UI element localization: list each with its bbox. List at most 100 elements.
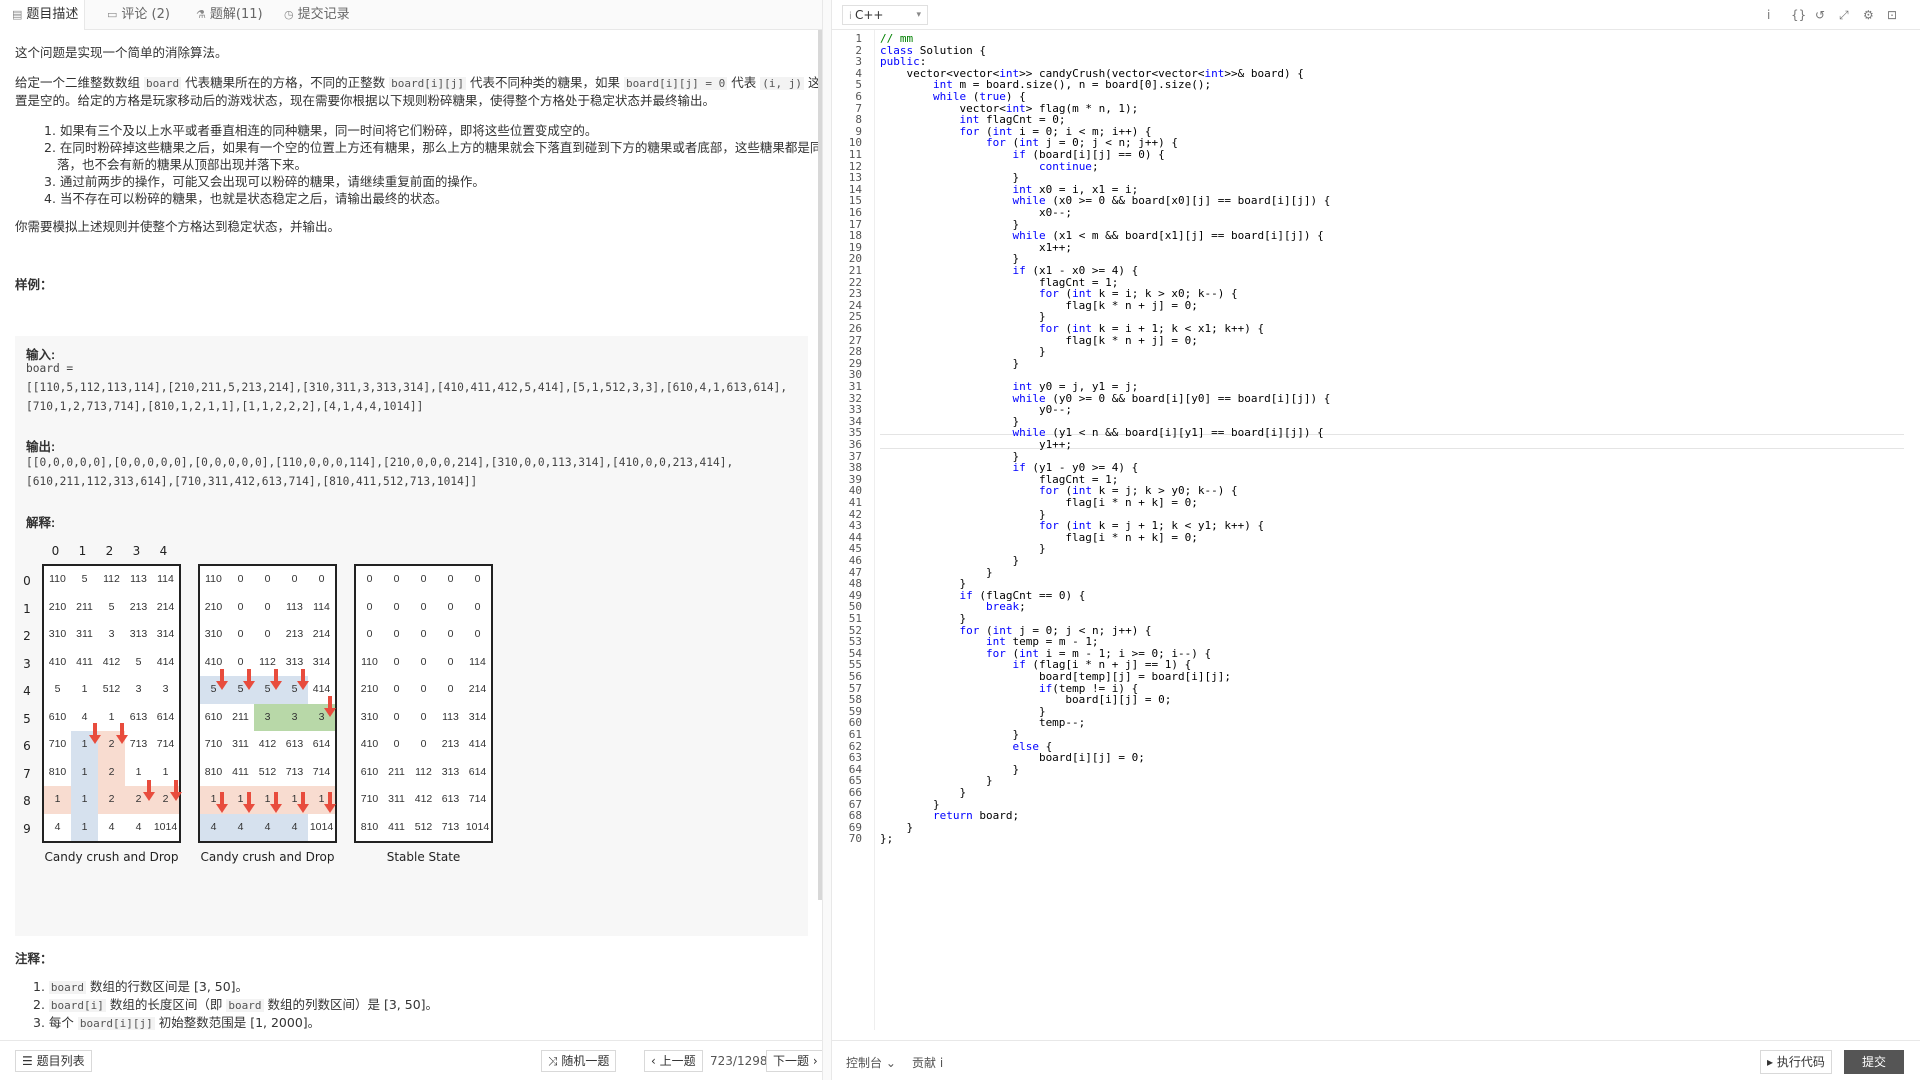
- grid-cell: 412: [258, 738, 277, 750]
- grid-cell: 210: [204, 600, 223, 613]
- grid-cell: 0: [420, 683, 427, 695]
- grid-cell: 0: [237, 628, 244, 640]
- grid-cell: 5: [108, 600, 115, 613]
- console-toggle[interactable]: 控制台 ⌄: [846, 1054, 896, 1071]
- language-select[interactable]: i C++ ▾: [842, 5, 928, 25]
- grid-cell: 710: [204, 738, 223, 750]
- explain-label: 解释:: [26, 516, 56, 530]
- column-header: 1: [78, 544, 87, 558]
- grid-cell: 0: [237, 573, 244, 585]
- grid-cell: 0: [447, 683, 454, 695]
- history-icon: ◷: [284, 8, 294, 21]
- code-line[interactable]: };: [880, 832, 893, 845]
- grid-cell: 0: [447, 600, 454, 613]
- output-label: 输出:: [26, 440, 56, 454]
- grid-cell: 412: [102, 655, 121, 668]
- grid-cell: 310: [360, 710, 379, 723]
- grid-cell: 110: [49, 573, 66, 585]
- prev-problem-button[interactable]: ‹ 上一题: [644, 1050, 703, 1072]
- grid-cell: 714: [156, 738, 175, 750]
- problem-desc-line2: 置是空的。给定的方格是玩家移动后的游戏状态，现在需要你根据以下规则粉碎糖果，使得…: [15, 93, 716, 108]
- grid-cell: 713: [129, 738, 148, 750]
- input-label: 输入:: [26, 348, 56, 362]
- editor-gutter-line: [874, 30, 875, 1030]
- example-title: 样例：: [15, 277, 53, 292]
- info-icon[interactable]: i: [1767, 8, 1770, 22]
- next-problem-button[interactable]: 下一题 ›: [766, 1050, 825, 1072]
- grid-cell: 5: [135, 655, 142, 668]
- grid-cell: 0: [420, 600, 427, 613]
- tab-solutions[interactable]: ⚗ 题解(11): [196, 0, 263, 30]
- random-problem-button[interactable]: ⤨ 随机一题: [541, 1050, 617, 1072]
- problem-panel: ▤ 题目描述 ▭ 评论 (2) ⚗ 题解(11) ◷ 提交记录 这个问题是实现一个简单的…: [0, 0, 825, 1080]
- grid-cell: 1: [81, 683, 88, 695]
- grid-cell: 311: [76, 628, 93, 640]
- grid-cell: 610: [48, 710, 67, 723]
- row-header: 6: [23, 739, 31, 753]
- gear-icon[interactable]: ⚙: [1863, 8, 1874, 22]
- grid-cell: 714: [468, 793, 487, 805]
- grid-cell: 4: [135, 820, 142, 833]
- grid-cell: 2: [98, 786, 125, 814]
- tab-submissions[interactable]: ◷ 提交记录: [284, 0, 350, 30]
- grid-cell: 3: [108, 628, 115, 640]
- output-line-1: [[0,0,0,0,0],[0,0,0,0,0],[0,0,0,0,0],[11…: [26, 456, 734, 469]
- row-header: 0: [23, 574, 31, 588]
- example-block: 输入: board = [[110,5,112,113,114],[210,21…: [15, 336, 808, 936]
- grid-cell: 210: [360, 683, 379, 695]
- grid-cell: 0: [393, 600, 400, 613]
- grid-cell: 3: [135, 683, 142, 695]
- grid-caption: Candy crush and Drop: [200, 850, 335, 864]
- grid-cell: 5: [81, 573, 88, 585]
- grid-cell: 0: [393, 738, 400, 750]
- contribute-link[interactable]: 贡献 i: [912, 1054, 943, 1071]
- grid-cell: 0: [420, 655, 427, 668]
- candy-grid: 110 5 112 113 114 210 211 5 213 214 310 311 3 313 314 4…: [42, 564, 181, 843]
- grid-cell: 614: [468, 765, 487, 778]
- code-editor[interactable]: 1// mm 2 class Solution {3 public: 4 vector<…: [832, 30, 1920, 1030]
- grid-cell: 512: [414, 820, 433, 833]
- grid-cell: 2: [98, 758, 125, 786]
- grid-cell: 0: [420, 738, 427, 750]
- note-1: 1. board 数组的行数区间是 [3, 50]。: [33, 979, 249, 994]
- note-2: 2. board[i] 数组的长度区间（即 board 数组的列数区间）是 [3…: [33, 997, 439, 1012]
- code-line[interactable]: }: [880, 357, 1019, 370]
- tab-description[interactable]: ▤ 题目描述: [0, 0, 85, 30]
- tab-comments[interactable]: ▭ 评论 (2): [107, 0, 170, 30]
- grid-cell: 1: [71, 786, 98, 814]
- expand-icon[interactable]: ⊡: [1887, 8, 1897, 22]
- grid-cell: 311: [232, 738, 249, 750]
- solution-icon: ⚗: [196, 8, 206, 21]
- grid-cell: 512: [102, 683, 121, 695]
- grid-cell: 114: [469, 655, 486, 668]
- submit-button[interactable]: 提交: [1844, 1050, 1904, 1074]
- panel-divider[interactable]: [822, 0, 832, 1080]
- grid-cell: 613: [441, 793, 460, 805]
- problem-tabs: ▤ 题目描述 ▭ 评论 (2) ⚗ 题解(11) ◷ 提交记录: [0, 0, 822, 30]
- grid-cell: 0: [237, 600, 244, 613]
- grid-cell: 5: [54, 683, 61, 695]
- grid-cell: 1014: [309, 820, 334, 833]
- grid-cell: 0: [264, 600, 271, 613]
- editor-toolbar: i C++ ▾ i {} ↺ ⤢ ⚙ ⊡: [832, 0, 1920, 30]
- problem-list-button[interactable]: ☰ 题目列表: [15, 1050, 92, 1072]
- grid-cell: 0: [447, 573, 454, 585]
- fullscreen-icon[interactable]: ⤢: [1839, 8, 1849, 23]
- row-header: 2: [23, 629, 31, 643]
- line-number: 70: [848, 832, 862, 846]
- grid-cell: 0: [393, 655, 400, 668]
- grid-cell: 114: [157, 573, 174, 585]
- grid-cell: 0: [264, 628, 271, 640]
- grid-cell: 411: [388, 820, 405, 833]
- grid-caption: Stable State: [386, 850, 461, 864]
- grid-cell: 3: [162, 683, 169, 695]
- grid-cell: 110: [205, 573, 222, 585]
- run-code-button[interactable]: ▸ 执行代码: [1760, 1050, 1832, 1074]
- grid-cell: 0: [447, 628, 454, 640]
- reset-icon[interactable]: ↺: [1815, 8, 1825, 22]
- braces-icon[interactable]: {}: [1791, 8, 1806, 22]
- row-header: 7: [23, 766, 31, 781]
- grid-cell: 3: [254, 703, 281, 731]
- row-header: 5: [23, 711, 31, 726]
- grid-cell: 211: [388, 765, 405, 778]
